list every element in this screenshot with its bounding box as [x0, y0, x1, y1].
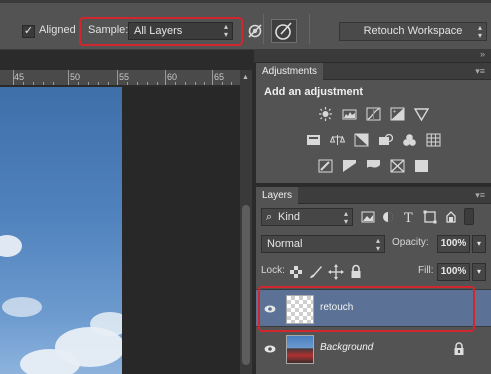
opacity-field[interactable]: 100%: [437, 235, 470, 253]
adjustments-row-1: +: [256, 107, 491, 121]
levels-icon[interactable]: [342, 107, 357, 121]
aligned-label: Aligned: [39, 24, 76, 36]
opacity-label: Opacity:: [392, 237, 429, 248]
lock-image-pixels-icon[interactable]: [308, 264, 324, 280]
collapse-dock-icon[interactable]: »: [480, 49, 485, 59]
adjustments-row-3: [256, 159, 491, 173]
layer-row-background[interactable]: Background: [256, 330, 491, 368]
adjustments-panel: Adjustments ▾≡ Add an adjustment +: [256, 63, 491, 183]
sample-dropdown[interactable]: All Layers ▴ ▾: [128, 22, 233, 40]
exposure-icon[interactable]: +: [390, 107, 405, 121]
ruler-label: 65: [214, 72, 225, 82]
scroll-up-arrow-icon[interactable]: ▲: [242, 74, 249, 81]
color-lookup-icon[interactable]: [426, 133, 441, 147]
tab-layers[interactable]: Layers: [256, 187, 299, 204]
ruler-label: 50: [70, 72, 81, 82]
filter-toggle-switch[interactable]: [464, 208, 474, 225]
blend-mode-value: Normal: [267, 238, 303, 250]
panel-menu-icon[interactable]: ▾≡: [475, 66, 485, 77]
black-white-icon[interactable]: [354, 133, 369, 147]
divider: [309, 14, 310, 44]
lock-label: Lock:: [261, 265, 285, 276]
threshold-icon[interactable]: [366, 159, 381, 173]
blend-mode-dropdown[interactable]: Normal ▴ ▾: [261, 235, 385, 253]
layer-filter-dropdown[interactable]: ⌕ Kind ▴ ▾: [261, 208, 353, 226]
channel-mixer-icon[interactable]: [402, 133, 417, 147]
lock-icon: [454, 342, 464, 355]
layers-tab-row: Layers ▾≡: [256, 187, 491, 204]
brightness-contrast-icon[interactable]: [318, 107, 333, 121]
layers-panel: Layers ▾≡ ⌕ Kind ▴ ▾ T Normal ▴ ▾ Opacity:…: [256, 187, 491, 374]
filter-adjustment-icon[interactable]: [380, 209, 396, 225]
filter-pixel-icon[interactable]: [360, 209, 376, 225]
scrollbar-thumb[interactable]: [242, 205, 250, 365]
workspace-dropdown-value: Retouch Workspace: [363, 25, 463, 37]
filter-shape-icon[interactable]: [422, 209, 438, 225]
posterize-icon[interactable]: [342, 159, 357, 173]
divider: [263, 14, 264, 44]
selective-color-icon[interactable]: [390, 159, 405, 173]
options-bar: ✓ Aligned Sample: All Layers ▴ ▾ Retouch …: [0, 0, 491, 50]
chevron-updown-icon: ▴ ▾: [343, 209, 348, 226]
visibility-eye-icon[interactable]: [264, 343, 276, 355]
sample-dropdown-value: All Layers: [134, 25, 183, 37]
adjustments-title: Add an adjustment: [264, 86, 364, 98]
document-canvas[interactable]: [0, 87, 240, 374]
brush-pressure-button[interactable]: [271, 19, 297, 43]
lock-transparent-pixels-icon[interactable]: [288, 264, 304, 280]
chevron-updown-icon: ▴ ▾: [223, 22, 228, 39]
filter-smart-object-icon[interactable]: [443, 209, 459, 225]
sky-photo: [0, 87, 122, 374]
tab-adjustments[interactable]: Adjustments: [256, 63, 324, 80]
ruler-label: 55: [119, 72, 130, 82]
fill-label: Fill:: [418, 265, 434, 276]
ruler-label: 60: [167, 72, 178, 82]
vertical-scrollbar[interactable]: ▲: [240, 70, 252, 374]
layer-thumbnail: [286, 335, 314, 364]
chevron-updown-icon: ▴ ▾: [477, 23, 482, 40]
lock-all-icon[interactable]: [348, 264, 364, 280]
horizontal-ruler: 45 50 55 60 65: [0, 70, 240, 86]
sample-label: Sample:: [88, 24, 129, 36]
adjustments-row-2: [256, 133, 491, 147]
svg-text:+: +: [393, 109, 397, 115]
opacity-dropdown-arrow-icon[interactable]: ▾: [472, 235, 486, 253]
hue-saturation-icon[interactable]: [306, 133, 321, 147]
chevron-updown-icon: ▴ ▾: [375, 236, 380, 253]
retouch-layer-highlight: [258, 286, 475, 332]
adjustments-tab-row: Adjustments ▾≡: [256, 63, 491, 80]
search-icon: ⌕: [266, 211, 273, 223]
panel-menu-icon[interactable]: ▾≡: [475, 190, 485, 201]
vibrance-icon[interactable]: [414, 107, 429, 121]
aligned-checkbox[interactable]: ✓: [22, 25, 35, 38]
photo-filter-icon[interactable]: [378, 133, 393, 147]
svg-text:T: T: [404, 211, 413, 225]
filter-type-icon[interactable]: T: [401, 209, 417, 225]
lock-position-icon[interactable]: [328, 264, 344, 280]
curves-icon[interactable]: [366, 107, 381, 121]
ruler-label: 45: [14, 72, 25, 82]
ignore-adjustment-layers-icon[interactable]: [246, 22, 264, 40]
color-balance-icon[interactable]: [330, 133, 345, 147]
fill-field[interactable]: 100%: [437, 263, 470, 281]
layer-filter-value: Kind: [278, 211, 301, 223]
layer-name: Background: [320, 342, 374, 353]
gradient-map-icon[interactable]: [414, 159, 429, 173]
dock-header: »: [254, 49, 491, 62]
pressure-brush-icon: [275, 22, 292, 40]
fill-dropdown-arrow-icon[interactable]: ▾: [472, 263, 486, 281]
workspace-dropdown[interactable]: Retouch Workspace ▴ ▾: [339, 22, 487, 41]
invert-icon[interactable]: [318, 159, 333, 173]
